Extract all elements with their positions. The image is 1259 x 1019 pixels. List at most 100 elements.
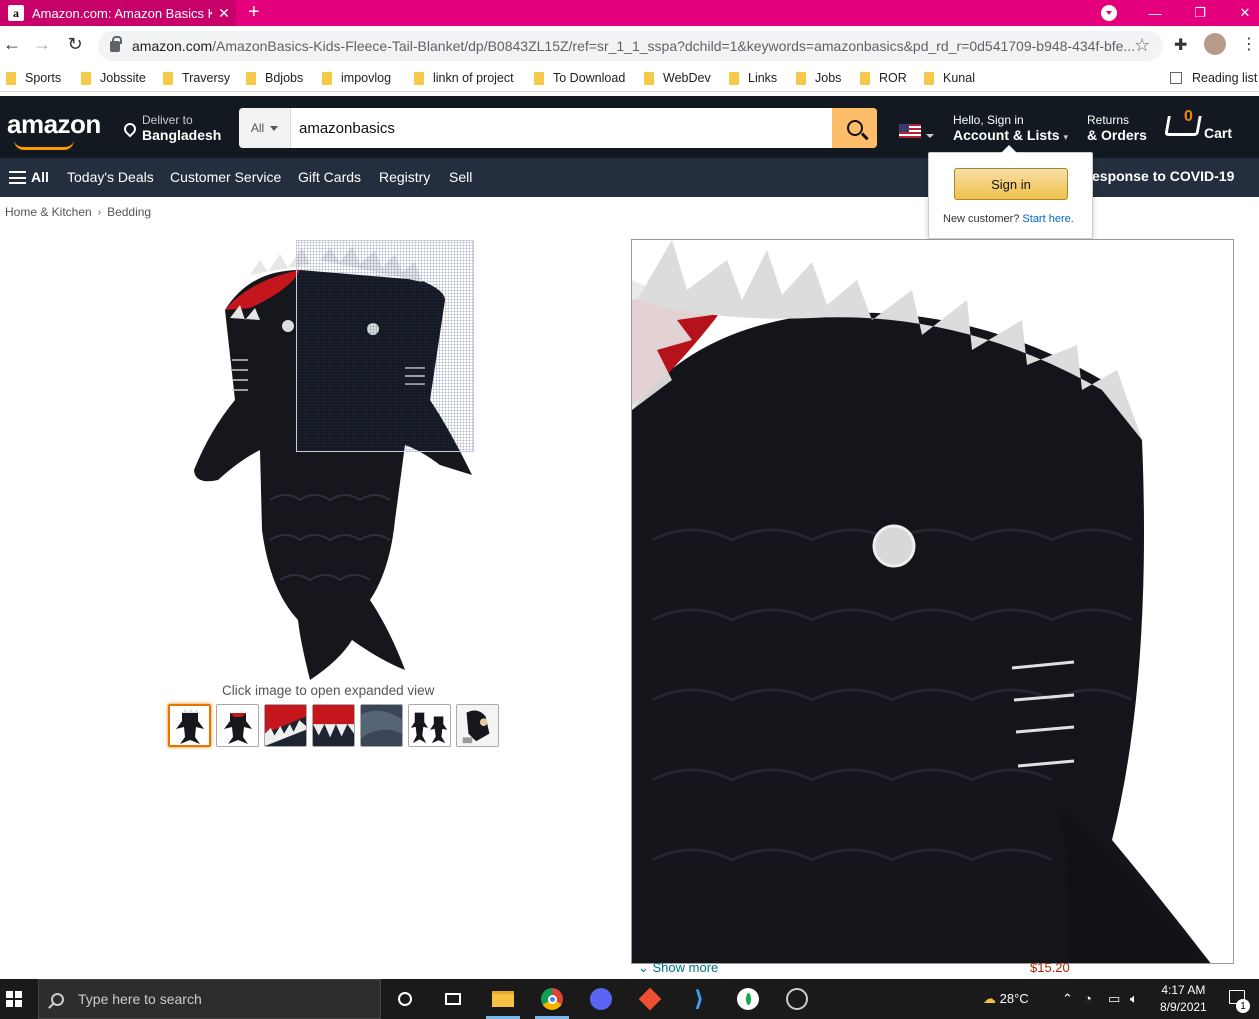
reading-list-button[interactable]: Reading list — [1170, 71, 1257, 85]
git-icon[interactable] — [638, 987, 662, 1011]
thumbnail-4[interactable] — [312, 704, 355, 747]
profile-dropdown-icon[interactable] — [1101, 5, 1117, 21]
caret-down-icon — [926, 134, 934, 138]
caret-down-icon — [270, 125, 279, 131]
thumbnail-3[interactable] — [264, 704, 307, 747]
chrome-icon[interactable] — [540, 987, 564, 1011]
close-window-button[interactable]: ✕ — [1222, 0, 1259, 26]
zoom-preview-pane — [631, 239, 1234, 964]
show-more-link[interactable]: ⌄ Show more — [638, 960, 718, 976]
nav-customer-service[interactable]: Customer Service — [170, 169, 281, 185]
browser-tab[interactable]: a Amazon.com: Amazon Basics Kid ✕ — [0, 0, 236, 26]
network-icon[interactable]: ◔ — [1084, 991, 1092, 1006]
returns-orders-link[interactable]: Returns & Orders — [1087, 113, 1147, 143]
discord-icon[interactable] — [589, 987, 613, 1011]
thumbnail-2[interactable] — [216, 704, 259, 747]
reading-list-icon — [1170, 72, 1182, 84]
zoom-lens[interactable] — [296, 240, 474, 452]
bookmark-item[interactable]: Traversy — [163, 71, 230, 85]
image-caption: Click image to open expanded view — [222, 683, 435, 698]
thumbnail-1[interactable] — [168, 704, 211, 747]
bookmark-item[interactable]: Jobssite — [81, 71, 146, 85]
browser-menu-icon[interactable]: ⋮ — [1241, 34, 1257, 54]
amazon-smile-icon — [14, 140, 74, 150]
amazon-favicon-icon: a — [8, 5, 24, 21]
signin-button[interactable]: Sign in — [954, 168, 1068, 200]
bookmark-star-icon[interactable]: ☆ — [1134, 35, 1150, 56]
bookmark-item[interactable]: Kunal — [924, 71, 975, 85]
browser-toolbar: ← → ↻ amazon.com/AmazonBasics-Kids-Fleec… — [0, 26, 1259, 66]
bookmark-item[interactable]: ROR — [860, 71, 907, 85]
display-icon[interactable]: ▭ — [1108, 991, 1120, 1007]
nav-all-menu[interactable]: All — [9, 169, 49, 185]
new-customer-text: New customer? Start here. — [943, 213, 1074, 225]
nav-todays-deals[interactable]: Today's Deals — [67, 169, 154, 185]
folder-icon — [534, 71, 544, 85]
close-tab-icon[interactable]: ✕ — [212, 5, 236, 22]
mongodb-compass-icon[interactable] — [736, 987, 760, 1011]
search-icon — [846, 120, 863, 136]
bookmark-item[interactable]: linkn of project — [414, 71, 514, 85]
account-lists-menu[interactable]: Hello, Sign in Account & Lists ▾ — [953, 113, 1068, 143]
us-flag-icon[interactable] — [899, 124, 921, 138]
volume-icon[interactable]: 🔈︎ — [1130, 991, 1138, 1007]
reload-icon[interactable]: ↻ — [63, 34, 87, 55]
forward-arrow-icon[interactable]: → — [30, 34, 54, 55]
search-button[interactable] — [832, 108, 877, 148]
folder-icon — [81, 71, 91, 85]
thumbnail-5[interactable] — [360, 704, 403, 747]
lock-icon[interactable] — [110, 35, 122, 52]
start-here-link[interactable]: Start here. — [1022, 213, 1073, 225]
folder-icon — [6, 71, 16, 85]
bookmark-item[interactable]: Sports — [6, 71, 61, 85]
extensions-puzzle-icon[interactable]: ✚ — [1174, 35, 1187, 55]
search-category-dropdown[interactable]: All — [239, 108, 291, 148]
thumbnail-7[interactable] — [456, 704, 499, 747]
breadcrumb-home-kitchen[interactable]: Home & Kitchen — [5, 205, 92, 219]
bookmark-item[interactable]: WebDev — [644, 71, 711, 85]
zoomed-product-image — [632, 240, 1211, 963]
weather-widget[interactable]: ☁ 28°C — [983, 991, 1029, 1007]
folder-icon — [796, 71, 806, 85]
cortana-icon[interactable] — [393, 987, 417, 1011]
covid-response-link[interactable]: esponse to COVID-19 — [1092, 168, 1234, 184]
search-input[interactable] — [291, 108, 832, 148]
browser-tab-strip: a Amazon.com: Amazon Basics Kid ✕ + — ❐ … — [0, 0, 1259, 26]
bookmark-item[interactable]: impovlog — [322, 71, 391, 85]
obs-icon[interactable] — [785, 987, 809, 1011]
thumbnail-6[interactable] — [408, 704, 451, 747]
bookmark-item[interactable]: To Download — [534, 71, 625, 85]
task-view-icon[interactable] — [441, 987, 465, 1011]
account-lists-label: Account & Lists ▾ — [953, 127, 1068, 143]
nav-sell[interactable]: Sell — [449, 169, 472, 185]
notification-count-badge: 1 — [1236, 999, 1250, 1013]
cart-button[interactable]: 0 Cart — [1164, 108, 1244, 144]
folder-icon — [860, 71, 870, 85]
bookmark-item[interactable]: Links — [729, 71, 777, 85]
user-avatar[interactable] — [1204, 33, 1226, 55]
location-pin-icon — [121, 120, 139, 138]
windows-start-icon[interactable] — [6, 991, 22, 1007]
nav-registry[interactable]: Registry — [379, 169, 430, 185]
back-arrow-icon[interactable]: ← — [0, 34, 24, 55]
folder-icon — [644, 71, 654, 85]
tray-chevron-up-icon[interactable]: ⌃ — [1062, 991, 1073, 1007]
folder-icon — [163, 71, 173, 85]
new-tab-button[interactable]: + — [248, 1, 260, 24]
restore-button[interactable]: ❐ — [1177, 0, 1223, 26]
vscode-icon[interactable]: ⟩ — [687, 986, 711, 1011]
address-bar[interactable]: amazon.com/AmazonBasics-Kids-Fleece-Tail… — [98, 31, 1163, 61]
file-explorer-icon[interactable] — [491, 987, 515, 1011]
search-bar: All — [239, 108, 877, 148]
taskbar-search-box[interactable]: Type here to search — [38, 979, 381, 1019]
minimize-button[interactable]: — — [1132, 0, 1178, 26]
breadcrumb-bedding[interactable]: Bedding — [107, 205, 151, 219]
bookmark-item[interactable]: Bdjobs — [246, 71, 303, 85]
amazon-logo[interactable]: amazon — [7, 109, 101, 140]
signin-flyout: Sign in New customer? Start here. — [928, 145, 1093, 239]
bookmark-item[interactable]: Jobs — [796, 71, 841, 85]
nav-gift-cards[interactable]: Gift Cards — [298, 169, 361, 185]
system-clock[interactable]: 4:17 AM 8/9/2021 — [1160, 982, 1207, 1016]
folder-icon — [414, 71, 424, 85]
deliver-to[interactable]: Deliver to Bangladesh — [121, 113, 221, 143]
